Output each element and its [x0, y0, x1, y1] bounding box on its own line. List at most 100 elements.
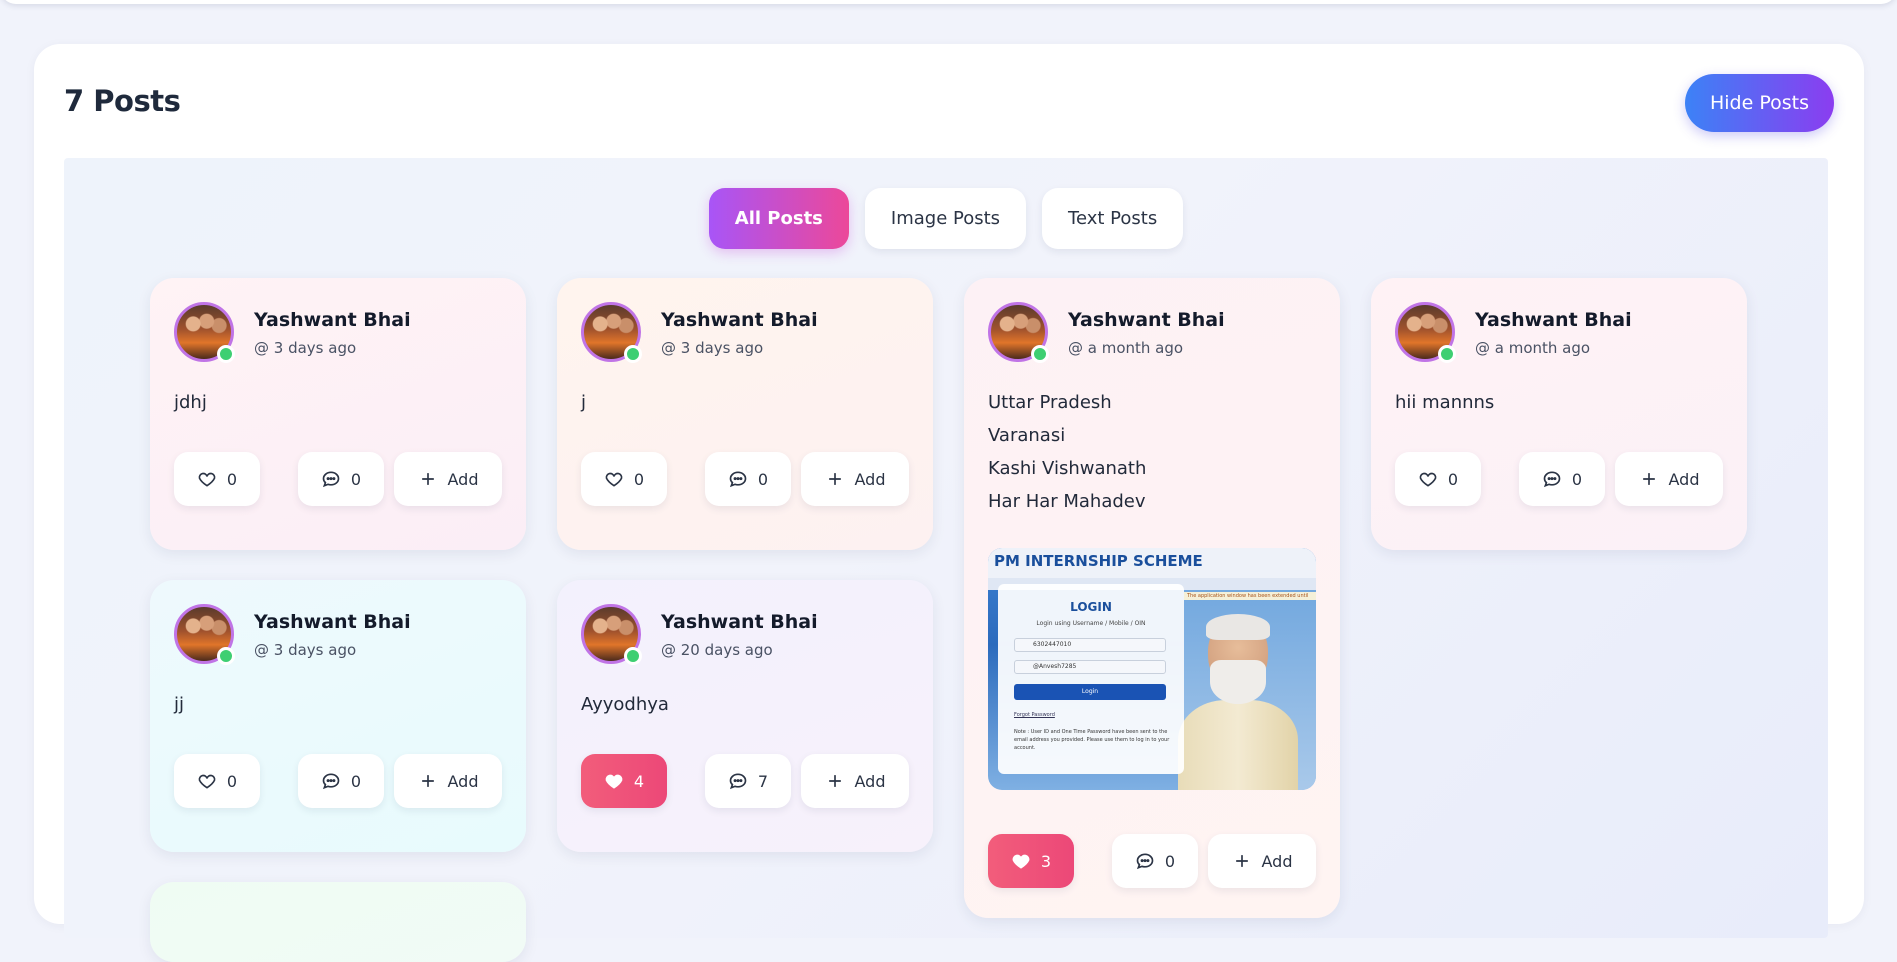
tab-all-posts[interactable]: All Posts [708, 188, 849, 249]
add-label: Add [1668, 469, 1700, 489]
plus-icon [1642, 473, 1655, 485]
author-name[interactable]: Yashwant Bhai [1475, 309, 1632, 331]
comment-icon [729, 471, 747, 488]
image-login-modal: LOGIN Login using Username / Mobile / OI… [998, 584, 1184, 774]
like-button[interactable]: 0 [174, 452, 260, 506]
like-button[interactable]: 0 [581, 452, 667, 506]
heart-icon [1419, 472, 1437, 487]
hide-posts-button[interactable]: Hide Posts [1684, 74, 1834, 132]
like-count: 0 [1447, 469, 1459, 489]
author-name[interactable]: Yashwant Bhai [1068, 309, 1225, 331]
avatar[interactable] [581, 302, 642, 363]
image-forgot-link: Forgot Password [1014, 712, 1055, 718]
top-navbar [0, 0, 1897, 4]
like-count: 3 [1040, 851, 1052, 871]
post-actions: 0 0 Add [581, 452, 909, 506]
image-username-field: 6302447010 [1014, 638, 1166, 652]
post-text-line: Kashi Vishwanath [988, 458, 1147, 479]
comment-icon [322, 471, 340, 488]
like-button[interactable]: 0 [1395, 452, 1481, 506]
author-name[interactable]: Yashwant Bhai [661, 611, 818, 633]
heart-icon [1012, 854, 1030, 869]
plus-icon [421, 775, 434, 787]
comment-count: 7 [757, 771, 769, 791]
post-text: jdhj [174, 392, 207, 413]
add-button[interactable]: Add [1615, 452, 1723, 506]
post-time: @ 20 days ago [661, 641, 773, 659]
avatar[interactable] [1395, 302, 1456, 363]
tab-image-posts[interactable]: Image Posts [864, 188, 1027, 249]
post-image[interactable]: PM INTERNSHIP SCHEME The application win… [988, 548, 1316, 790]
add-button[interactable]: Add [801, 452, 909, 506]
comment-button[interactable]: 0 [298, 452, 384, 506]
avatar[interactable] [988, 302, 1049, 363]
comment-button[interactable]: 0 [298, 754, 384, 808]
image-login-title: LOGIN [1070, 600, 1112, 614]
plus-icon [828, 473, 841, 485]
heart-icon [605, 472, 623, 487]
heart-icon [198, 472, 216, 487]
post-text: hii mannns [1395, 392, 1495, 413]
online-indicator [1031, 345, 1049, 363]
online-indicator [217, 345, 235, 363]
posts-panel: 7 Posts Hide Posts All Posts Image Posts… [34, 44, 1864, 962]
comment-count: 0 [350, 771, 362, 791]
like-count: 0 [226, 771, 238, 791]
post-card: Yashwant Bhai @ 3 days ago jj 0 0 Add [150, 580, 526, 852]
add-label: Add [447, 469, 479, 489]
like-button[interactable]: 4 [581, 754, 667, 808]
post-actions: 0 0 Add [174, 452, 502, 506]
online-indicator [217, 647, 235, 665]
post-time: @ a month ago [1068, 339, 1184, 357]
plus-icon [421, 473, 434, 485]
online-indicator [624, 647, 642, 665]
post-text: Ayyodhya [581, 694, 669, 715]
post-text: Uttar Pradesh Varanasi Kashi Vishwanath … [988, 386, 1146, 518]
comment-icon [1136, 853, 1154, 870]
like-count: 0 [633, 469, 645, 489]
post-card [150, 882, 526, 962]
avatar[interactable] [174, 302, 235, 363]
post-time: @ a month ago [1475, 339, 1591, 357]
image-login-button: Login [1014, 684, 1166, 700]
post-time: @ 3 days ago [254, 339, 357, 357]
add-button[interactable]: Add [801, 754, 909, 808]
add-label: Add [1261, 851, 1293, 871]
post-time: @ 3 days ago [254, 641, 357, 659]
image-ticker: The application window has been extended… [1184, 592, 1316, 600]
post-text: jj [174, 694, 185, 715]
author-name[interactable]: Yashwant Bhai [661, 309, 818, 331]
post-actions: 3 0 Add [988, 834, 1316, 888]
person-hair [1206, 614, 1270, 640]
post-time: @ 3 days ago [661, 339, 764, 357]
comment-button[interactable]: 0 [1112, 834, 1198, 888]
comment-button[interactable]: 0 [705, 452, 791, 506]
online-indicator [624, 345, 642, 363]
like-button[interactable]: 0 [174, 754, 260, 808]
image-note: Note : User ID and One Time Password hav… [1014, 729, 1170, 751]
like-button[interactable]: 3 [988, 834, 1074, 888]
comment-count: 0 [757, 469, 769, 489]
comment-button[interactable]: 7 [705, 754, 791, 808]
heart-icon [198, 774, 216, 789]
image-person [1178, 614, 1298, 790]
add-label: Add [854, 469, 886, 489]
comment-button[interactable]: 0 [1519, 452, 1605, 506]
tab-text-posts[interactable]: Text Posts [1042, 188, 1184, 249]
comment-count: 0 [1164, 851, 1176, 871]
post-text-line: Varanasi [988, 425, 1066, 446]
add-button[interactable]: Add [394, 452, 502, 506]
page-title: 7 Posts [64, 84, 181, 118]
add-button[interactable]: Add [394, 754, 502, 808]
post-card: Yashwant Bhai @ 3 days ago jdhj 0 0 Add [150, 278, 526, 550]
heart-icon [605, 774, 623, 789]
author-name[interactable]: Yashwant Bhai [254, 309, 411, 331]
avatar[interactable] [174, 604, 235, 665]
post-actions: 4 7 Add [581, 754, 909, 808]
add-button[interactable]: Add [1208, 834, 1316, 888]
comment-icon [729, 773, 747, 790]
author-name[interactable]: Yashwant Bhai [254, 611, 411, 633]
image-login-subtitle: Login using Username / Mobile / OIN [1036, 620, 1146, 627]
avatar[interactable] [581, 604, 642, 665]
plus-icon [828, 775, 841, 787]
